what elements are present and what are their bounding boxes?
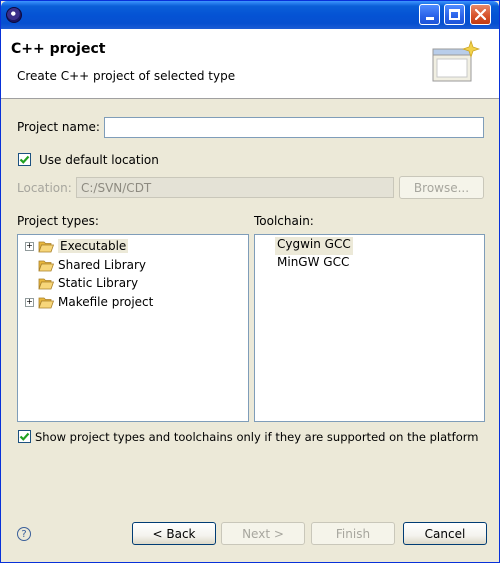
wizard-banner-icon	[432, 39, 481, 82]
folder-icon	[38, 278, 54, 289]
expand-icon[interactable]: +	[25, 241, 34, 251]
folder-icon	[38, 241, 54, 252]
maximize-icon	[449, 9, 460, 20]
project-name-input[interactable]	[104, 117, 484, 138]
location-label: Location:	[17, 181, 72, 195]
tree-item-executable[interactable]: + Executable	[25, 237, 129, 255]
folder-icon	[38, 297, 54, 308]
maximize-button[interactable]	[444, 4, 465, 25]
toolchain-item-cygwin[interactable]: Cygwin GCC	[275, 237, 353, 255]
checkmark-icon	[19, 155, 30, 164]
tree-item-shared-library[interactable]: Shared Library	[25, 256, 146, 274]
show-supported-only-checkbox[interactable]	[18, 430, 31, 443]
wizard-window: C++ project Create C++ project of select…	[0, 0, 500, 563]
tree-item-label: Shared Library	[58, 258, 147, 272]
title-bar[interactable]	[1, 1, 499, 29]
page-description: Create C++ project of selected type	[17, 69, 236, 83]
location-input[interactable]	[76, 177, 394, 198]
tree-item-static-library[interactable]: Static Library	[25, 274, 138, 292]
back-button[interactable]: < Back	[132, 522, 216, 545]
tree-item-label: Executable	[58, 239, 129, 253]
project-name-label: Project name:	[17, 120, 100, 134]
use-default-location-checkbox[interactable]	[18, 153, 31, 166]
close-icon	[475, 9, 486, 20]
wizard-header: C++ project Create C++ project of select…	[1, 29, 499, 99]
checkmark-icon	[19, 432, 30, 441]
eclipse-app-icon	[6, 7, 22, 23]
cancel-button[interactable]: Cancel	[403, 522, 487, 545]
close-button[interactable]	[470, 4, 491, 25]
toolchain-item-mingw[interactable]: MinGW GCC	[275, 255, 351, 273]
toolchain-label: Toolchain:	[254, 214, 314, 228]
finish-button[interactable]: Finish	[311, 522, 395, 545]
tree-item-makefile-project[interactable]: + Makefile project	[25, 293, 153, 311]
tree-item-label: Static Library	[58, 276, 139, 290]
project-types-tree[interactable]: + Executable Shared Library Static Libra…	[17, 234, 249, 422]
help-icon[interactable]: ?	[17, 527, 31, 541]
show-supported-only-label: Show project types and toolchains only i…	[35, 430, 479, 444]
minimize-icon	[425, 17, 434, 20]
minimize-button[interactable]	[419, 4, 440, 25]
toolchain-list[interactable]: Cygwin GCC MinGW GCC	[254, 234, 485, 422]
browse-button[interactable]: Browse...	[399, 176, 484, 199]
tree-item-label: Makefile project	[58, 295, 154, 309]
next-button[interactable]: Next >	[221, 522, 305, 545]
expand-icon[interactable]: +	[25, 297, 34, 307]
use-default-location-label: Use default location	[39, 153, 159, 167]
project-types-label: Project types:	[17, 214, 99, 228]
folder-icon	[38, 260, 54, 271]
page-title: C++ project	[11, 41, 106, 57]
